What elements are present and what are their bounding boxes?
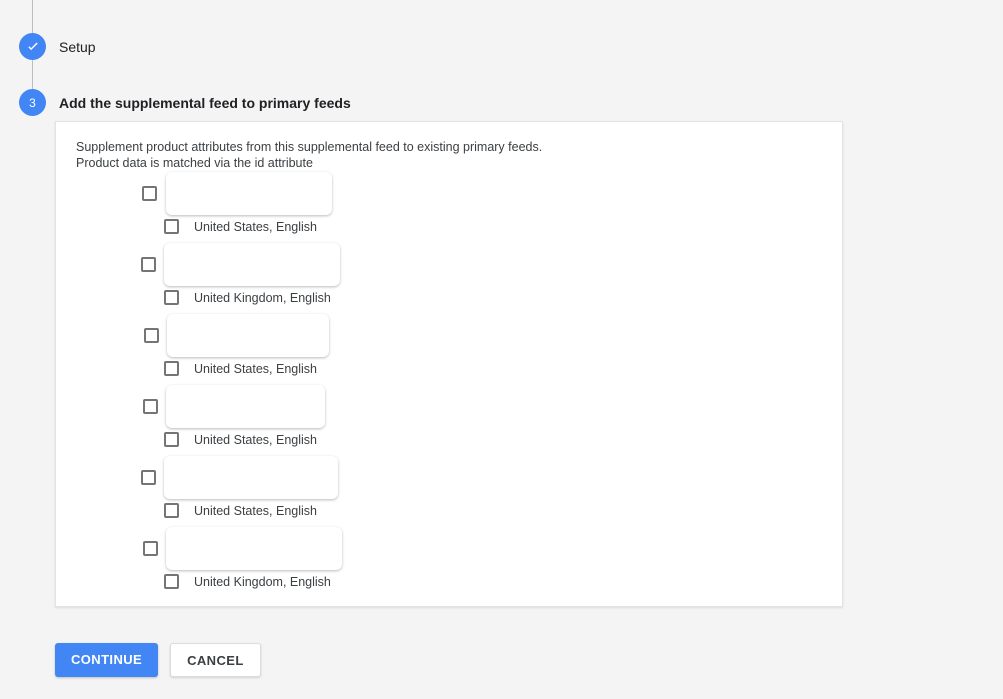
- continue-button[interactable]: CONTINUE: [55, 643, 159, 677]
- feed-parent-checkbox[interactable]: [141, 257, 156, 272]
- feed-target-label: United Kingdom, English: [194, 290, 331, 305]
- feed-parent-row: [144, 314, 329, 357]
- cancel-button[interactable]: CANCEL: [170, 643, 261, 677]
- feed-target-checkbox[interactable]: [164, 503, 179, 518]
- feed-target-row: United Kingdom, English: [164, 574, 331, 589]
- feed-parent-checkbox[interactable]: [144, 328, 159, 343]
- stepper-step-setup[interactable]: Setup: [0, 33, 96, 60]
- feed-target-label: United Kingdom, English: [194, 574, 331, 589]
- panel-description-line-1: Supplement product attributes from this …: [76, 140, 543, 154]
- feed-parent-checkbox[interactable]: [141, 470, 156, 485]
- feed-name-card[interactable]: [166, 172, 332, 215]
- feed-target-checkbox[interactable]: [164, 219, 179, 234]
- feed-row: United Kingdom, English: [56, 243, 842, 314]
- feed-parent-row: [141, 456, 338, 499]
- feed-target-row: United States, English: [164, 432, 317, 447]
- feed-name-card[interactable]: [166, 385, 325, 428]
- feed-parent-checkbox[interactable]: [143, 399, 158, 414]
- feed-name-card[interactable]: [164, 456, 338, 499]
- feed-target-checkbox[interactable]: [164, 290, 179, 305]
- feed-name-card[interactable]: [164, 243, 340, 286]
- stepper-step-add-feed-label: Add the supplemental feed to primary fee…: [59, 94, 351, 111]
- feed-parent-checkbox[interactable]: [143, 541, 158, 556]
- step-number-badge: 3: [19, 89, 46, 116]
- feed-parent-row: [143, 527, 342, 570]
- feed-row: United States, English: [56, 456, 842, 527]
- feed-target-label: United States, English: [194, 432, 317, 447]
- feed-target-row: United States, English: [164, 361, 317, 376]
- panel-description-line-2: Product data is matched via the id attri…: [76, 156, 313, 170]
- feed-target-row: United States, English: [164, 219, 317, 234]
- feed-name-card[interactable]: [167, 314, 329, 357]
- feed-row: United States, English: [56, 172, 842, 243]
- feed-row: United Kingdom, English: [56, 527, 842, 598]
- step-number-text: 3: [29, 95, 36, 110]
- feed-row: United States, English: [56, 314, 842, 385]
- feed-row: United States, English: [56, 385, 842, 456]
- feed-target-checkbox[interactable]: [164, 361, 179, 376]
- panel-description: Supplement product attributes from this …: [76, 139, 542, 171]
- feed-target-checkbox[interactable]: [164, 432, 179, 447]
- stepper-step-setup-label: Setup: [59, 38, 96, 55]
- primary-feeds-panel: Supplement product attributes from this …: [55, 121, 843, 607]
- feed-parent-checkbox[interactable]: [142, 186, 157, 201]
- feed-name-card[interactable]: [166, 527, 342, 570]
- feed-target-label: United States, English: [194, 361, 317, 376]
- feed-parent-row: [142, 172, 332, 215]
- feed-target-row: United Kingdom, English: [164, 290, 331, 305]
- form-actions: CONTINUE CANCEL: [55, 643, 261, 677]
- feed-list: United States, English United Kingdom, En…: [56, 172, 842, 598]
- feed-target-checkbox[interactable]: [164, 574, 179, 589]
- feed-target-label: United States, English: [194, 219, 317, 234]
- feed-target-row: United States, English: [164, 503, 317, 518]
- feed-parent-row: [141, 243, 340, 286]
- feed-target-label: United States, English: [194, 503, 317, 518]
- stepper-step-add-feed[interactable]: 3 Add the supplemental feed to primary f…: [0, 89, 351, 116]
- feed-parent-row: [143, 385, 325, 428]
- check-icon: [19, 33, 46, 60]
